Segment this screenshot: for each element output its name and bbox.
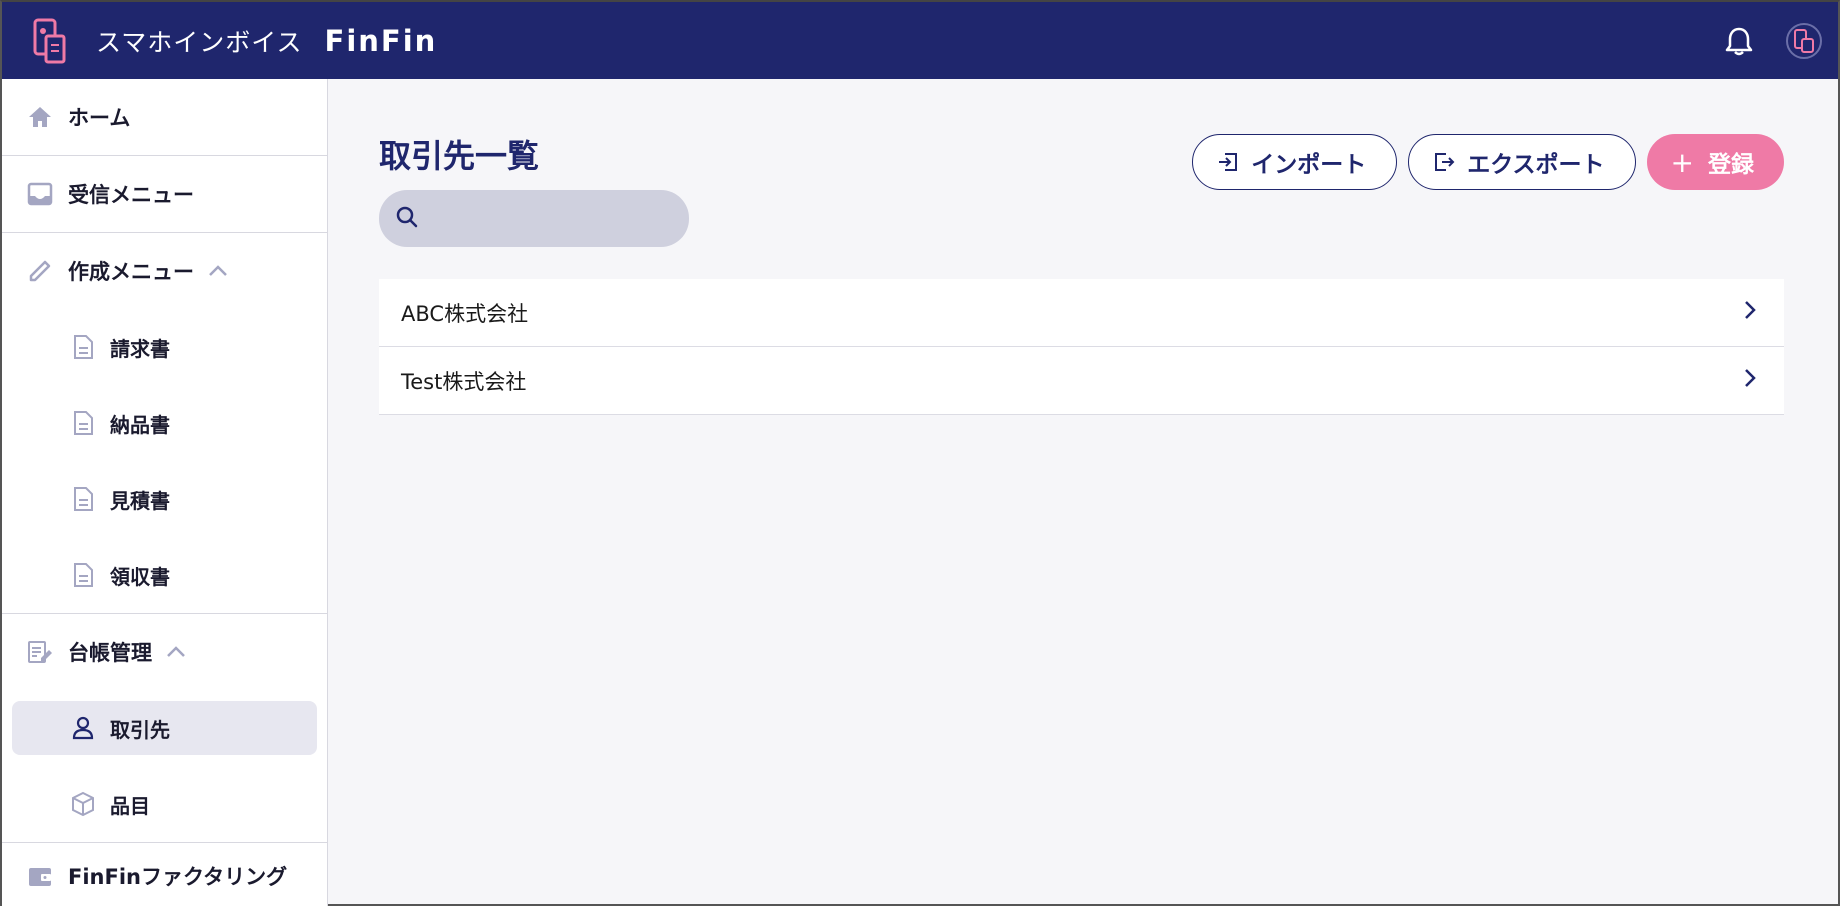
action-buttons: インポート エクスポート + 登録 (1181, 134, 1784, 190)
document-icon (70, 410, 96, 436)
chevron-up-icon[interactable] (166, 646, 186, 658)
app-name: スマホインボイス (96, 27, 303, 57)
sidebar-item-label: 作成メニュー (68, 260, 194, 284)
export-label: エクスポート (1467, 152, 1605, 178)
document-icon (70, 562, 96, 588)
sidebar-item-label: ホーム (68, 106, 131, 130)
user-avatar[interactable] (1786, 22, 1822, 59)
ledger-edit-icon (26, 638, 54, 666)
person-icon (70, 715, 96, 741)
sidebar-item-clients[interactable]: 取引先 (12, 701, 317, 755)
logo[interactable]: スマホインボイス FinFin (32, 18, 437, 64)
chevron-up-icon[interactable] (208, 265, 228, 277)
sidebar-item-label: 見積書 (110, 488, 170, 513)
home-icon (26, 103, 54, 131)
sidebar-item-factoring[interactable]: FinFinファクタリング (2, 843, 327, 906)
import-label: インポート (1251, 152, 1367, 178)
document-icon (70, 486, 96, 512)
register-label: 登録 (1708, 152, 1754, 178)
top-header: スマホインボイス FinFin (2, 2, 1838, 79)
sidebar: ホーム 受信メニュー 作成メニュー 請求書 納品書 見積書 領収書 台帳管理 取… (2, 79, 328, 906)
pencil-icon (26, 257, 54, 285)
search-icon (395, 205, 419, 233)
app-window: スマホインボイス FinFin ホーム 受信メニュー 作成メニュー 請求書 納品… (0, 0, 1840, 906)
sidebar-item-create-menu[interactable]: 作成メニュー (2, 233, 327, 309)
client-name: Test株式会社 (401, 369, 527, 394)
wallet-icon (26, 862, 54, 890)
main-content: 取引先一覧 インポート エクスポート + 登録 ABC株式会社 Test株式会社 (329, 79, 1838, 904)
sidebar-item-label: 台帳管理 (68, 641, 152, 665)
sidebar-item-ledger[interactable]: 台帳管理 (2, 614, 327, 690)
sidebar-item-home[interactable]: ホーム (2, 79, 327, 155)
document-icon (70, 334, 96, 360)
list-item[interactable]: Test株式会社 (379, 347, 1784, 415)
list-item[interactable]: ABC株式会社 (379, 279, 1784, 347)
brand-name: FinFin (324, 23, 438, 58)
phone-invoice-logo-icon (33, 18, 66, 63)
sidebar-item-inbox[interactable]: 受信メニュー (2, 156, 327, 232)
page-title: 取引先一覧 (379, 137, 540, 175)
sidebar-item-estimate[interactable]: 見積書 (2, 461, 327, 537)
import-button[interactable]: インポート (1192, 134, 1398, 190)
sidebar-item-label: 品目 (110, 793, 150, 818)
sidebar-item-label: 取引先 (110, 717, 170, 742)
sidebar-item-label: 領収書 (110, 564, 170, 589)
sidebar-item-label: 請求書 (110, 336, 170, 361)
export-icon (1433, 151, 1455, 173)
sidebar-item-invoice[interactable]: 請求書 (2, 309, 327, 385)
sidebar-item-products[interactable]: 品目 (2, 766, 327, 842)
sidebar-item-delivery-note[interactable]: 納品書 (2, 385, 327, 461)
client-list: ABC株式会社 Test株式会社 (379, 279, 1784, 415)
search-input[interactable] (429, 208, 669, 229)
import-icon (1217, 151, 1239, 173)
inbox-icon (26, 180, 54, 208)
register-button[interactable]: + 登録 (1646, 134, 1784, 190)
client-name: ABC株式会社 (401, 301, 529, 326)
box-icon (70, 791, 96, 817)
sidebar-item-label: FinFinファクタリング (68, 865, 288, 889)
sidebar-item-label: 納品書 (110, 412, 170, 437)
sidebar-item-label: 受信メニュー (68, 183, 194, 207)
export-button[interactable]: エクスポート (1408, 134, 1636, 190)
sidebar-item-receipt[interactable]: 領収書 (2, 537, 327, 613)
notification-bell-icon[interactable] (1722, 24, 1756, 58)
chevron-right-icon (1744, 300, 1756, 325)
search-box[interactable] (379, 190, 689, 247)
plus-icon: + (1670, 145, 1694, 179)
chevron-right-icon (1744, 368, 1756, 393)
